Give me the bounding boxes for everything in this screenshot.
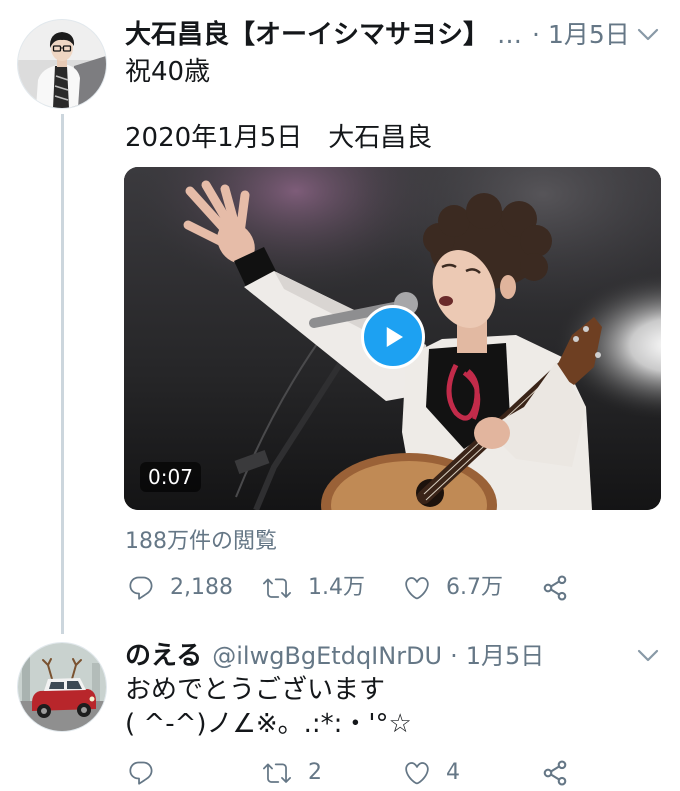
author-handle[interactable]: @ilwgBgEtdqINrDU xyxy=(212,639,442,673)
tweet-text-line: ( ^-^)ノ∠※。.:*:・'°☆ xyxy=(125,709,412,739)
play-icon xyxy=(386,327,403,347)
reply-icon xyxy=(129,576,153,600)
tweet-meta: … · 1月5日 xyxy=(497,18,630,52)
tweet-text-line: 2020年1月5日 大石昌良 xyxy=(125,123,433,153)
like-count: 6.7万 xyxy=(446,575,503,600)
heart-icon xyxy=(405,762,429,785)
meta-separator: · xyxy=(532,20,540,49)
meta-separator: · xyxy=(450,642,458,670)
retweet-count: 1.4万 xyxy=(308,575,365,600)
tweet-text-line: おめでとうございます xyxy=(125,675,386,705)
author-name[interactable]: 大石昌良【オーイシマサヨシ】 xyxy=(125,18,489,52)
share-icon xyxy=(543,575,567,601)
video-thumbnail[interactable]: 0:07 xyxy=(124,167,661,510)
retweet-button[interactable] xyxy=(263,759,291,787)
like-button[interactable] xyxy=(403,759,431,787)
author-avatar[interactable] xyxy=(18,643,106,731)
chevron-down-icon xyxy=(637,28,659,41)
retweet-button[interactable] xyxy=(263,574,291,602)
video-duration: 0:07 xyxy=(140,462,201,492)
play-button[interactable] xyxy=(361,305,425,369)
reply-icon xyxy=(129,761,153,785)
author-avatar[interactable] xyxy=(18,20,106,108)
like-count: 4 xyxy=(446,760,460,785)
retweet-icon xyxy=(263,578,291,598)
reply-button[interactable] xyxy=(127,759,155,787)
like-button[interactable] xyxy=(403,574,431,602)
chevron-down-icon xyxy=(637,649,659,662)
view-count: 188万件の閲覧 xyxy=(125,529,277,554)
tweet-menu-button[interactable] xyxy=(636,648,660,664)
heart-icon xyxy=(405,577,429,600)
avatar-photo xyxy=(18,20,106,108)
retweet-icon xyxy=(263,763,291,783)
reply-count: 2,188 xyxy=(170,575,233,600)
tweet-date[interactable]: 1月5日 xyxy=(466,639,545,673)
share-button[interactable] xyxy=(541,574,569,602)
share-button[interactable] xyxy=(541,759,569,787)
author-name[interactable]: のえる xyxy=(125,639,202,673)
thread-connector xyxy=(61,114,64,634)
author-handle[interactable]: … xyxy=(497,18,522,52)
tweet-text-line: 祝40歳 xyxy=(125,57,211,87)
avatar-photo xyxy=(18,643,106,731)
tweet-date[interactable]: 1月5日 xyxy=(548,18,630,52)
reply-button[interactable] xyxy=(127,574,155,602)
share-icon xyxy=(543,760,567,786)
retweet-count: 2 xyxy=(308,760,322,785)
tweet-menu-button[interactable] xyxy=(636,27,660,43)
tweet-header: のえる @ilwgBgEtdqINrDU · 1月5日 xyxy=(125,639,544,673)
